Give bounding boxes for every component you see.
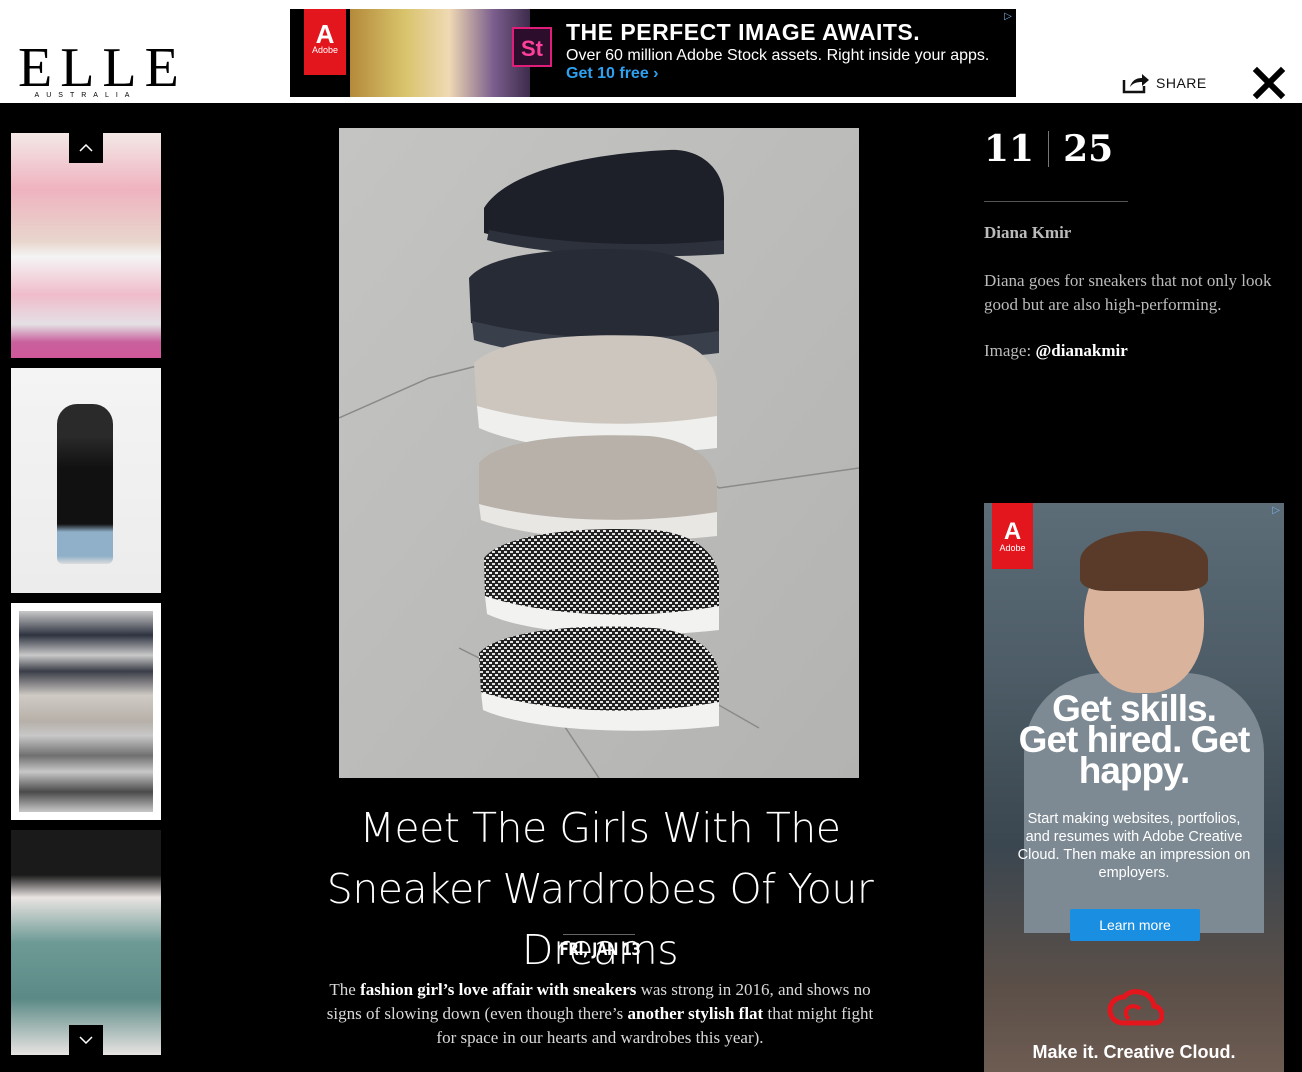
publish-date: FRI, JAN 13: [559, 940, 641, 960]
counter-rule: [984, 201, 1128, 202]
thumbnail-active[interactable]: [11, 603, 161, 820]
intro-text: The: [329, 980, 361, 999]
ad-headline: Get skills. Get hired. Get happy.: [984, 690, 1284, 789]
thumbnail[interactable]: [11, 830, 161, 1055]
adobe-stock-icon: St: [512, 27, 552, 67]
slide-caption: Diana goes for sneakers that not only lo…: [984, 271, 1272, 314]
ad-subline: Over 60 million Adobe Stock assets. Righ…: [566, 47, 990, 64]
image-credit-label: Image:: [984, 341, 1036, 360]
ad-body-text: Start making websites, portfolios, and r…: [1017, 811, 1251, 881]
slide-heading: Diana Kmir: [984, 223, 1072, 242]
thumbnail-image: [19, 611, 153, 812]
intro-paragraph: The fashion girl’s love affair with snea…: [325, 978, 875, 1050]
intro-link[interactable]: another stylish flat: [628, 1004, 764, 1023]
learn-more-button[interactable]: Learn more: [1070, 909, 1200, 941]
share-button[interactable]: SHARE: [1122, 72, 1207, 94]
image-credit: Image: @dianakmir: [984, 341, 1128, 361]
adobe-brand-label: Adobe: [999, 543, 1026, 553]
ad-choices-icon[interactable]: ▷: [1002, 11, 1014, 23]
slide-counter: 11 25: [984, 128, 1113, 170]
sidebar-ad[interactable]: A Adobe ▷ Get skills. Get hired. Get hap…: [984, 503, 1284, 1072]
close-button[interactable]: [1252, 66, 1286, 100]
close-icon: [1252, 66, 1286, 100]
total-slides: 25: [1063, 128, 1114, 170]
ad-cta-link[interactable]: Get 10 free ›: [566, 65, 658, 83]
adobe-logo: A Adobe: [304, 9, 346, 75]
thumbnail[interactable]: [11, 368, 161, 593]
image-credit-handle[interactable]: @dianakmir: [1035, 341, 1127, 360]
logo-subtext: AUSTRALIA: [34, 92, 137, 99]
sneakers-image: [339, 128, 859, 778]
creative-cloud-icon: [1106, 989, 1165, 1029]
adobe-logo: A Adobe: [992, 503, 1033, 569]
chevron-down-icon: [79, 1036, 93, 1044]
adobe-a-icon: A: [1003, 518, 1022, 545]
share-label: SHARE: [1156, 75, 1207, 91]
ad-image: [350, 9, 530, 97]
date-divider: [563, 934, 635, 935]
chevron-up-icon: [79, 144, 93, 152]
thumbnail-person-shape: [57, 404, 113, 564]
ad-person-hair: [1080, 531, 1208, 591]
gallery-main-image[interactable]: [339, 128, 859, 778]
ad-headline: THE PERFECT IMAGE AWAITS.: [566, 19, 921, 45]
adobe-a-icon: A: [315, 19, 335, 49]
ad-choices-icon[interactable]: ▷: [1272, 505, 1280, 516]
current-slide-number: 11: [984, 128, 1035, 170]
elle-logo[interactable]: ELLE AUSTRALIA: [18, 37, 187, 99]
site-header: ELLE AUSTRALIA A Adobe St THE PERFECT IM…: [0, 0, 1302, 103]
intro-link[interactable]: fashion girl’s love affair with sneakers: [360, 980, 636, 999]
top-banner-ad[interactable]: A Adobe St THE PERFECT IMAGE AWAITS. Ove…: [290, 9, 1016, 97]
logo-text: ELLE: [18, 37, 187, 99]
share-icon: [1122, 74, 1149, 94]
adobe-brand-label: Adobe: [311, 45, 339, 55]
thumbnails-up-button[interactable]: [69, 133, 103, 163]
thumbnail[interactable]: [11, 133, 161, 358]
thumbnails-down-button[interactable]: [69, 1025, 103, 1055]
ad-footer-text: Make it. Creative Cloud.: [1032, 1042, 1236, 1062]
counter-divider: [1048, 131, 1050, 167]
